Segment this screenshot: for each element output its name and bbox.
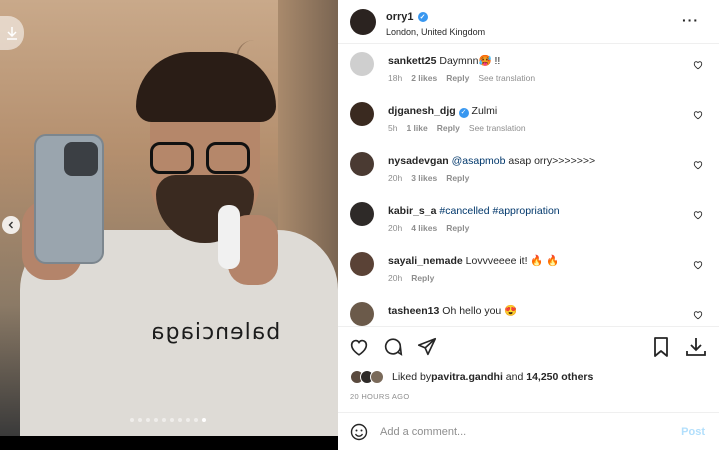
commenter-username[interactable]: djganesh_djg xyxy=(388,105,456,117)
liker-avatars[interactable] xyxy=(350,370,384,384)
commenter-username[interactable]: sankett25 xyxy=(388,55,436,67)
comment-mention[interactable]: @asapmob xyxy=(452,155,506,167)
more-options-button[interactable]: ··· xyxy=(682,12,699,28)
carousel-dot xyxy=(194,418,198,422)
photo-glasses xyxy=(148,142,256,178)
comment-item: kabir_s_a #cancelled #appropriation 20h 4 … xyxy=(338,202,719,252)
commenter-username[interactable]: tasheen13 xyxy=(388,305,439,317)
reply-button[interactable]: Reply xyxy=(446,223,469,233)
commenter-avatar[interactable] xyxy=(350,202,374,226)
post-sidebar: orry1 ✓ London, United Kingdom ··· sanke… xyxy=(338,0,719,450)
comment-time[interactable]: 18h xyxy=(388,73,402,83)
post-header: orry1 ✓ London, United Kingdom ··· xyxy=(338,0,719,44)
comment-input[interactable] xyxy=(380,425,650,438)
comment-item: nysadevgan @asapmob asap orry>>>>>>> 20h 3… xyxy=(338,152,719,202)
emoji-icon[interactable] xyxy=(350,423,368,441)
chevron-left-icon xyxy=(8,221,13,229)
author-username[interactable]: orry1 xyxy=(386,11,414,23)
verified-icon: ✓ xyxy=(417,11,428,22)
commenter-avatar[interactable] xyxy=(350,152,374,176)
comment-item: sankett25 Daymnn🥵 !! 18h 2 likes Reply See t… xyxy=(338,52,719,102)
photo-toothbrush xyxy=(218,205,240,269)
commenter-avatar[interactable] xyxy=(350,52,374,76)
reply-button[interactable]: Reply xyxy=(411,273,434,283)
comment-time[interactable]: 5h xyxy=(388,123,397,133)
comment-time[interactable]: 20h xyxy=(388,273,402,283)
see-translation-button[interactable]: See translation xyxy=(469,123,526,133)
commenter-username[interactable]: kabir_s_a xyxy=(388,205,436,217)
carousel-dot xyxy=(130,418,134,422)
comment-mention[interactable]: #cancelled #appropriation xyxy=(439,205,559,217)
comment-likes[interactable]: 1 like xyxy=(406,123,427,133)
photo-phone xyxy=(34,134,104,264)
comment-likes[interactable]: 3 likes xyxy=(411,173,437,183)
reply-button[interactable]: Reply xyxy=(437,123,460,133)
heart-icon[interactable] xyxy=(693,110,703,120)
carousel-dot xyxy=(202,418,206,422)
comment-time[interactable]: 20h xyxy=(388,223,402,233)
carousel-dot xyxy=(170,418,174,422)
heart-icon[interactable] xyxy=(693,160,703,170)
liker-username[interactable]: pavitra.gandhi xyxy=(431,371,503,383)
download-icon xyxy=(7,27,17,40)
carousel-prev-button[interactable] xyxy=(2,216,20,234)
comment-time[interactable]: 20h xyxy=(388,173,402,183)
likes-middle: and xyxy=(502,371,527,383)
carousel-dot xyxy=(186,418,190,422)
comment-text: Daymnn🥵 !! xyxy=(439,55,501,67)
bookmark-icon[interactable] xyxy=(651,336,671,358)
share-icon[interactable] xyxy=(416,336,438,358)
photo-hair xyxy=(136,52,276,122)
comment-text: asap orry>>>>>>> xyxy=(505,155,596,167)
post-media[interactable]: balenciaga xyxy=(0,0,338,436)
likes-summary: Liked by pavitra.gandhi and 14,250 other… xyxy=(338,366,719,388)
commenter-username[interactable]: sayali_nemade xyxy=(388,255,463,267)
comment-composer: Post xyxy=(338,412,719,450)
comment-likes[interactable]: 2 likes xyxy=(411,73,437,83)
post-comment-button[interactable]: Post xyxy=(681,426,705,438)
carousel-indicator xyxy=(130,418,206,422)
comment-item: tasheen13 Oh hello you 😍 xyxy=(338,302,719,326)
see-translation-button[interactable]: See translation xyxy=(478,73,535,83)
comment-text: Lovvveeee it! 🔥 🔥 xyxy=(465,255,560,267)
author-username-row[interactable]: orry1 ✓ xyxy=(386,11,428,23)
download-button[interactable] xyxy=(0,16,24,50)
heart-icon[interactable] xyxy=(693,310,703,320)
heart-icon[interactable] xyxy=(348,336,370,358)
carousel-dot xyxy=(138,418,142,422)
heart-icon[interactable] xyxy=(693,260,703,270)
comment-text: Zulmi xyxy=(471,105,498,117)
carousel-dot xyxy=(154,418,158,422)
comment-text: Oh hello you 😍 xyxy=(442,305,518,317)
download-post-icon[interactable] xyxy=(685,336,707,358)
action-bar xyxy=(338,326,719,366)
author-avatar[interactable] xyxy=(350,8,376,35)
comment-item: sayali_nemade Lovvveeee it! 🔥 🔥 20h Reply xyxy=(338,252,719,302)
post-timestamp[interactable]: 20 HOURS AGO xyxy=(338,388,719,408)
heart-icon[interactable] xyxy=(693,60,703,70)
carousel-dot xyxy=(178,418,182,422)
comment-item: djganesh_djg ✓ Zulmi 5h 1 like Reply See tra… xyxy=(338,102,719,152)
comment-likes[interactable]: 4 likes xyxy=(411,223,437,233)
commenter-avatar[interactable] xyxy=(350,102,374,126)
comments-list: sankett25 Daymnn🥵 !! 18h 2 likes Reply See t… xyxy=(338,44,719,326)
likes-others-count[interactable]: 14,250 others xyxy=(526,371,593,383)
commenter-username[interactable]: nysadevgan xyxy=(388,155,449,167)
commenter-avatar[interactable] xyxy=(350,302,374,326)
heart-icon[interactable] xyxy=(693,210,703,220)
carousel-dot xyxy=(146,418,150,422)
verified-icon: ✓ xyxy=(458,108,469,118)
comment-icon[interactable] xyxy=(382,336,404,358)
reply-button[interactable]: Reply xyxy=(446,73,469,83)
carousel-dot xyxy=(162,418,166,422)
post-location[interactable]: London, United Kingdom xyxy=(386,27,485,37)
shirt-print: balenciaga xyxy=(150,320,281,345)
more-horizontal-icon: ··· xyxy=(682,12,699,28)
likes-prefix: Liked by xyxy=(392,371,432,383)
reply-button[interactable]: Reply xyxy=(446,173,469,183)
commenter-avatar[interactable] xyxy=(350,252,374,276)
